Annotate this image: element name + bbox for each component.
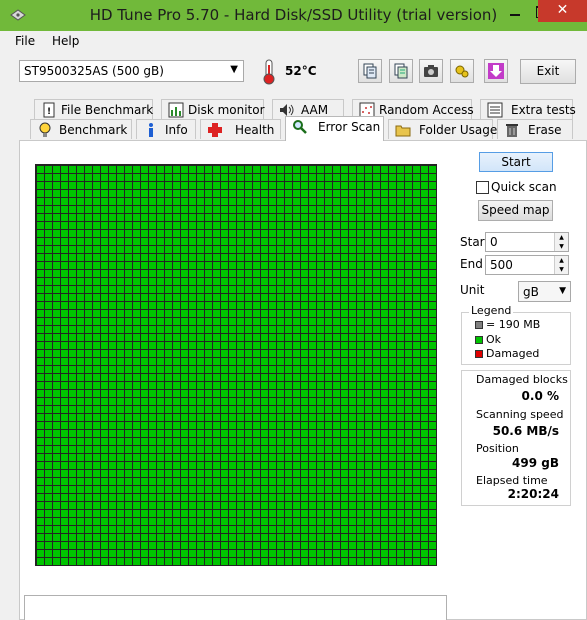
end-input-value: 500 [490,258,513,272]
chevron-down-icon: ▼ [230,64,238,75]
tab-folder-usage[interactable]: Folder Usage [388,119,497,139]
chevron-down-icon: ▼ [559,286,566,296]
disk-monitor-icon [168,102,184,118]
tab-label: Health [235,123,275,137]
menu-file[interactable]: File [15,34,35,48]
copy-icon [363,63,377,79]
svg-text:!: ! [47,107,51,117]
menu-bar: File Help [0,31,587,51]
legend-label: Ok [486,333,502,346]
damaged-blocks-value: 0.0 % [521,389,559,403]
spin-down-icon[interactable]: ▼ [554,265,568,274]
tab-benchmark[interactable]: Benchmark [30,119,132,139]
start-input[interactable]: 0 ▲ ▼ [485,232,569,252]
elapsed-time-value: 2:20:24 [507,487,559,501]
tab-disk-monitor[interactable]: Disk monitor [161,99,265,119]
info-icon [149,123,153,137]
drive-select-value: ST9500325AS (500 gB) [24,64,164,78]
extra-tests-icon [487,102,503,118]
tab-label: Benchmark [59,123,128,137]
thermometer-icon [263,59,275,85]
tab-label: AAM [301,103,329,117]
copy-text-button[interactable] [358,59,382,83]
unit-select[interactable]: gB ▼ [518,281,571,302]
end-field-label: End [460,257,483,271]
position-value: 499 gB [512,456,559,470]
trash-icon [506,124,518,137]
spin-up-icon[interactable]: ▲ [554,256,568,265]
quick-scan-checkbox[interactable] [476,181,489,194]
health-cross-icon [208,123,222,137]
speed-map-button[interactable]: Speed map [478,200,553,221]
legend-swatch [475,336,483,344]
spin-down-icon[interactable]: ▼ [554,242,568,251]
unit-select-value: gB [523,285,539,299]
options-icon [455,65,469,78]
tab-health[interactable]: Health [200,119,281,139]
tab-extra-tests[interactable]: Extra tests [480,99,576,119]
spin-up-icon[interactable]: ▲ [554,233,568,242]
close-button[interactable]: ✕ [538,0,587,22]
tab-erase[interactable]: Erase [497,119,573,139]
save-button[interactable] [484,59,508,83]
magnifier-icon [293,120,307,134]
tab-label: Random Access [379,103,474,117]
scan-log-area [24,595,447,620]
drive-select[interactable]: ST9500325AS (500 gB) ▼ [19,60,244,82]
start-scan-button[interactable]: Start [479,152,553,172]
menu-help[interactable]: Help [52,34,79,48]
elapsed-time-label: Elapsed time [476,474,548,487]
legend-title: Legend [469,304,514,317]
download-arrow-icon [488,63,504,79]
tab-file-benchmark[interactable]: ! File Benchmark [34,99,153,119]
title-bar: HD Tune Pro 5.70 - Hard Disk/SSD Utility… [0,0,587,31]
end-input[interactable]: 500 ▲ ▼ [485,255,569,275]
legend-label: Damaged [486,347,540,360]
folder-icon [395,125,411,137]
toolbar: ST9500325AS (500 gB) ▼ 52°C Exit [0,51,587,93]
legend-swatch [475,321,483,329]
tab-label: Extra tests [511,103,576,117]
minimize-button[interactable] [501,0,529,22]
legend-swatch [475,350,483,358]
scan-block-map [35,164,437,566]
tab-label: File Benchmark [61,103,154,117]
tab-label: Disk monitor [188,103,265,117]
exit-button[interactable]: Exit [520,59,576,84]
damaged-blocks-label: Damaged blocks [476,373,568,386]
tab-label: Folder Usage [419,123,498,137]
legend-label: = 190 MB [486,318,541,331]
copy-all-icon [394,63,408,79]
screenshot-button[interactable] [419,59,443,83]
copy-all-button[interactable] [389,59,413,83]
start-input-value: 0 [490,235,498,249]
tab-label: Erase [528,123,562,137]
options-button[interactable] [450,59,474,83]
lightbulb-icon [39,122,51,137]
scanning-speed-value: 50.6 MB/s [492,424,559,438]
quick-scan-label: Quick scan [491,180,557,194]
unit-label: Unit [460,283,485,297]
tab-label: Error Scan [318,120,381,134]
temperature-readout: 52°C [285,64,317,78]
tab-label: Info [165,123,188,137]
tab-error-scan[interactable]: Error Scan [285,116,384,141]
tab-info[interactable]: Info [136,119,196,139]
file-benchmark-icon: ! [43,102,55,118]
window-title: HD Tune Pro 5.70 - Hard Disk/SSD Utility… [89,6,498,24]
scanning-speed-label: Scanning speed [476,408,564,421]
camera-icon [424,65,438,77]
position-label: Position [476,442,519,455]
